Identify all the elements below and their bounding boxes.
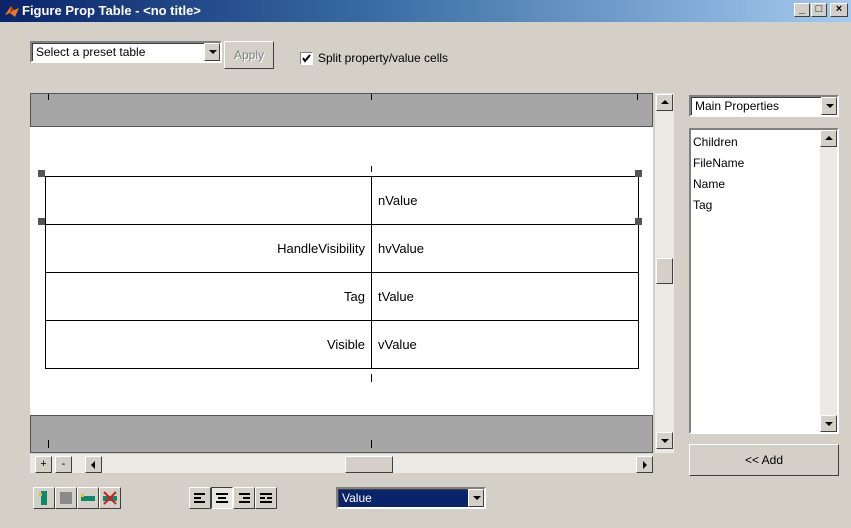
table-cell-property[interactable]: HandleVisibility: [45, 224, 372, 273]
insert-column-button[interactable]: [33, 487, 55, 509]
guide-mark: [371, 440, 372, 448]
close-icon: ×: [835, 3, 843, 15]
app-window: Figure Prop Table - <no title> _ □ × Sel…: [0, 0, 851, 528]
chevron-down-icon: [209, 50, 217, 54]
delete-cells-icon: [103, 491, 117, 505]
arrow-down-icon: [661, 439, 669, 443]
insert-row-icon: [81, 494, 95, 501]
list-scroll-up-button[interactable]: [820, 130, 837, 147]
chevron-down-icon: [826, 104, 834, 108]
arrow-up-icon: [825, 136, 833, 140]
arrow-up-icon: [661, 100, 669, 104]
value-text: tValue: [378, 289, 414, 304]
add-property-label: << Add: [744, 453, 784, 467]
apply-button-label: Apply: [233, 48, 265, 62]
preset-combo-dropdown-button[interactable]: [204, 43, 220, 61]
apply-button[interactable]: Apply: [224, 41, 274, 69]
cell-content-dropdown-button[interactable]: [468, 489, 484, 507]
property-list-item[interactable]: Tag: [693, 198, 712, 212]
align-right-icon: [239, 493, 250, 503]
table-cell-value[interactable]: tValue: [371, 272, 639, 321]
justify-icon: [260, 493, 272, 503]
split-cells-label: Split property/value cells: [318, 51, 449, 65]
close-button[interactable]: ×: [830, 3, 848, 17]
title-bar[interactable]: Figure Prop Table - <no title> _ □ ×: [0, 0, 851, 22]
table-cell-value[interactable]: nValue: [371, 176, 639, 225]
delete-cells-button[interactable]: [99, 487, 121, 509]
value-text: hvValue: [378, 241, 425, 256]
zoom-out-button[interactable]: -: [55, 456, 72, 473]
property-list-item[interactable]: FileName: [693, 156, 744, 170]
scroll-right-button[interactable]: [636, 456, 653, 473]
property-list-item[interactable]: Children: [693, 135, 738, 149]
preset-table-combo[interactable]: Select a preset table: [30, 41, 222, 63]
zoom-in-button[interactable]: +: [35, 456, 52, 473]
align-right-button[interactable]: [233, 487, 255, 509]
table-cell-value[interactable]: vValue: [371, 320, 639, 369]
maximize-button[interactable]: □: [811, 3, 827, 17]
guide-mark: [371, 94, 372, 100]
insert-column-icon: [39, 491, 47, 505]
align-left-button[interactable]: [189, 487, 211, 509]
property-list-item[interactable]: Name: [693, 177, 725, 191]
guide-mark: [637, 94, 638, 100]
table-cell-property[interactable]: [45, 176, 372, 225]
minimize-button[interactable]: _: [794, 3, 810, 17]
align-center-icon: [216, 493, 228, 503]
cell-content-value: Value: [342, 491, 372, 505]
property-category-value: Main Properties: [695, 99, 780, 113]
guide-mark: [371, 166, 372, 172]
footer-band: [30, 415, 653, 453]
property-text: Tag: [344, 289, 365, 304]
selection-handle[interactable]: [38, 218, 45, 225]
list-scroll-down-button[interactable]: [820, 415, 837, 432]
scroll-up-button[interactable]: [656, 94, 673, 111]
minimize-icon: _: [798, 3, 806, 15]
scroll-left-button[interactable]: [85, 456, 102, 473]
align-left-icon: [194, 493, 205, 503]
insert-row-button[interactable]: [77, 487, 99, 509]
category-dropdown-button[interactable]: [821, 97, 837, 115]
arrow-left-icon: [91, 461, 95, 469]
property-list[interactable]: Children FileName Name Tag: [689, 128, 839, 434]
horizontal-scrollbar[interactable]: [30, 454, 653, 473]
guide-mark: [48, 440, 49, 448]
list-scrollbar[interactable]: [820, 130, 837, 432]
table-cell-property[interactable]: Tag: [45, 272, 372, 321]
value-text: nValue: [378, 193, 418, 208]
matlab-logo-icon: [5, 6, 19, 17]
table-cell-value[interactable]: hvValue: [371, 224, 639, 273]
vertical-scroll-thumb[interactable]: [656, 258, 673, 284]
plus-icon: +: [40, 458, 47, 470]
arrow-down-icon: [825, 422, 833, 426]
guide-mark: [371, 374, 372, 382]
arrow-right-icon: [643, 461, 647, 469]
property-category-combo[interactable]: Main Properties: [689, 95, 839, 117]
horizontal-scroll-thumb[interactable]: [345, 456, 393, 473]
cell-content-combo[interactable]: Value: [336, 487, 486, 509]
checkmark-icon: [302, 54, 311, 63]
add-property-button[interactable]: << Add: [689, 444, 839, 476]
selection-handle[interactable]: [635, 170, 642, 177]
window-title: Figure Prop Table - <no title>: [22, 3, 201, 18]
minus-icon: -: [61, 458, 66, 470]
table-cell-property[interactable]: Visible: [45, 320, 372, 369]
maximize-icon: □: [815, 3, 823, 15]
value-text: vValue: [378, 337, 417, 352]
guide-mark: [48, 94, 49, 100]
selection-handle[interactable]: [635, 218, 642, 225]
scroll-down-button[interactable]: [656, 432, 673, 449]
split-cells-checkbox[interactable]: [300, 52, 313, 65]
merge-cells-button[interactable]: [55, 487, 77, 509]
preset-table-combo-value: Select a preset table: [36, 45, 146, 59]
property-text: HandleVisibility: [277, 241, 365, 256]
header-band: [30, 93, 653, 127]
chevron-down-icon: [473, 496, 481, 500]
property-text: Visible: [326, 337, 365, 352]
selection-handle[interactable]: [38, 170, 45, 177]
justify-button[interactable]: [255, 487, 277, 509]
align-center-button[interactable]: [211, 487, 233, 509]
merge-cells-icon: [60, 492, 72, 504]
